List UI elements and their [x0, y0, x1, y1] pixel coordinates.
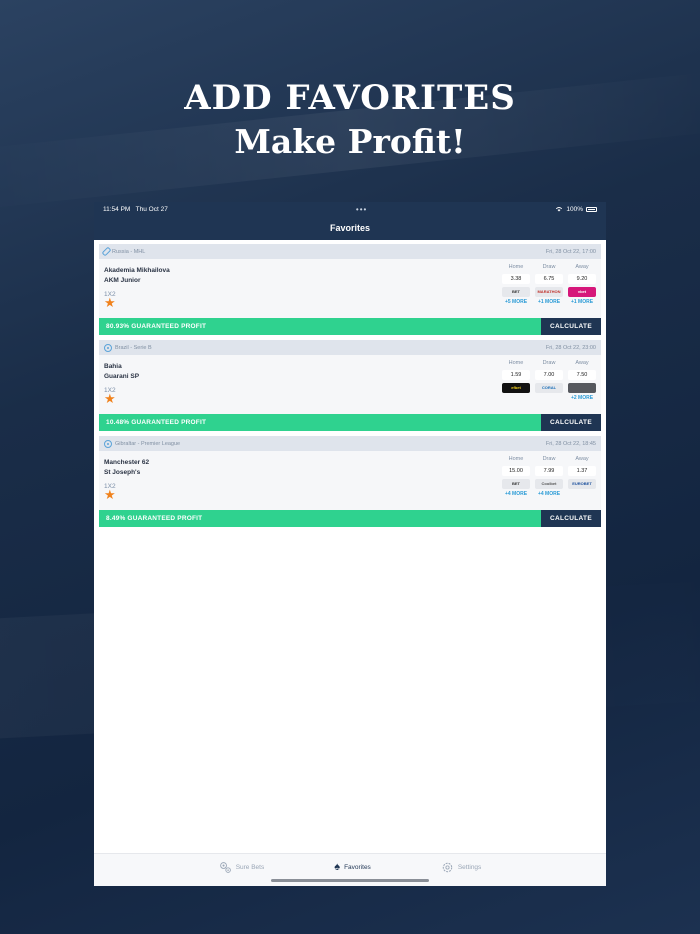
tab-label: Settings — [457, 863, 482, 871]
odds-label: Draw — [542, 360, 556, 366]
home-indicator[interactable] — [271, 879, 429, 882]
more-bookmakers-link[interactable]: +4 MORE — [535, 491, 563, 498]
tab-sure-bets[interactable]: Sure Bets — [219, 860, 265, 874]
odds-value[interactable]: 9.20 — [568, 274, 596, 284]
odds-value[interactable]: 6.75 — [535, 274, 563, 284]
favorite-card: Russia - MHL Fri, 28 Oct 22, 17:00 Akade… — [99, 244, 601, 335]
tab-label: Sure Bets — [235, 863, 265, 871]
more-bookmakers-link[interactable]: +1 MORE — [535, 299, 563, 306]
odds-away: Away 1.37 EUROBET — [568, 456, 596, 498]
odds-label: Draw — [542, 264, 556, 270]
odds-draw: Draw 7.99 Coolbet +4 MORE — [535, 456, 563, 498]
odds-label: Home — [508, 264, 524, 270]
odds-home: Home 3.38 BET +5 MORE — [502, 264, 530, 306]
favorites-list: Russia - MHL Fri, 28 Oct 22, 17:00 Akade… — [94, 240, 606, 527]
multitask-dots[interactable]: ••• — [356, 205, 367, 214]
soccer-ball-icon — [104, 439, 112, 448]
spade-icon: ♠ — [334, 861, 341, 873]
favorite-card: Gibraltar - Premier League Fri, 28 Oct 2… — [99, 436, 601, 527]
odds-away: Away 9.20 vbet +1 MORE — [568, 264, 596, 306]
status-bar: 11:54 PM Thu Oct 27 ••• 100% — [94, 202, 606, 216]
profit-bar: 80.93% GUARANTEED PROFIT CALCULATE — [99, 318, 601, 335]
league-name: Gibraltar - Premier League — [115, 440, 181, 447]
odds-label: Draw — [542, 456, 556, 462]
odds-value[interactable]: 1.37 — [568, 466, 596, 476]
odds-group: Home 1.59 efbet Draw 7.00 CORAL Away 7.5… — [502, 360, 596, 402]
bookmaker-logo[interactable]: Coolbet — [535, 479, 563, 489]
odds-label: Away — [575, 360, 589, 366]
odds-home: Home 15.00 BET +4 MORE — [502, 456, 530, 498]
more-bookmakers-link[interactable]: +4 MORE — [502, 491, 530, 498]
promo-line-1: ADD FAVORITES — [184, 78, 516, 118]
tab-favorites[interactable]: ♠ Favorites — [334, 860, 371, 874]
odds-draw: Draw 6.75 MARATHON +1 MORE — [535, 264, 563, 306]
card-body[interactable]: Manchester 62 St Joseph's 1X2 ★ Home 15.… — [99, 451, 601, 510]
odds-group: Home 15.00 BET +4 MORE Draw 7.99 Coolbet… — [502, 456, 596, 498]
bookmaker-logo[interactable]: BET — [502, 287, 530, 297]
card-body[interactable]: Bahia Guarani SP 1X2 ★ Home 1.59 efbet D… — [99, 355, 601, 414]
more-bookmakers-link[interactable]: +1 MORE — [568, 299, 596, 306]
page-title: Favorites — [329, 223, 371, 233]
calculate-button[interactable]: CALCULATE — [541, 510, 601, 527]
card-header: Brazil - Serie B Fri, 28 Oct 22, 23:00 — [99, 340, 601, 355]
guaranteed-profit-label: 80.93% GUARANTEED PROFIT — [99, 318, 541, 335]
status-time: 11:54 PM — [103, 205, 131, 213]
odds-label: Away — [575, 264, 589, 270]
odds-value[interactable]: 15.00 — [502, 466, 530, 476]
league-name: Brazil - Serie B — [115, 344, 152, 351]
bookmaker-logo[interactable]: vbet — [568, 287, 596, 297]
calculate-button[interactable]: CALCULATE — [541, 318, 601, 335]
more-bookmakers-link[interactable] — [535, 395, 563, 402]
odds-group: Home 3.38 BET +5 MORE Draw 6.75 MARATHON… — [502, 264, 596, 306]
bookmaker-logo[interactable]: MARATHON — [535, 287, 563, 297]
bookmaker-logo[interactable]: CORAL — [535, 383, 563, 393]
guaranteed-profit-label: 10.48% GUARANTEED PROFIT — [99, 414, 541, 431]
favorite-card: Brazil - Serie B Fri, 28 Oct 22, 23:00 B… — [99, 340, 601, 431]
league-name: Russia - MHL — [112, 248, 146, 255]
odds-value[interactable]: 7.99 — [535, 466, 563, 476]
wifi-icon — [556, 207, 563, 212]
more-bookmakers-link[interactable] — [568, 491, 596, 498]
guaranteed-profit-label: 8.49% GUARANTEED PROFIT — [99, 510, 541, 527]
bookmaker-logo[interactable]: BET — [502, 479, 530, 489]
promo-heading: ADD FAVORITES Make Profit! — [0, 78, 700, 164]
promo-line-2: Make Profit! — [234, 122, 466, 161]
odds-draw: Draw 7.00 CORAL — [535, 360, 563, 402]
bookmaker-logo[interactable]: efbet — [502, 383, 530, 393]
gears-icon — [219, 861, 231, 873]
calculate-button[interactable]: CALCULATE — [541, 414, 601, 431]
bookmaker-logo[interactable]: EUROBET — [568, 479, 596, 489]
battery-percent: 100% — [566, 205, 583, 213]
odds-label: Home — [508, 456, 524, 462]
event-datetime: Fri, 28 Oct 22, 23:00 — [545, 344, 596, 351]
more-bookmakers-link[interactable] — [502, 395, 530, 402]
card-header: Gibraltar - Premier League Fri, 28 Oct 2… — [99, 436, 601, 451]
more-bookmakers-link[interactable]: +2 MORE — [568, 395, 596, 402]
odds-value[interactable]: 7.50 — [568, 370, 596, 380]
tab-settings[interactable]: Settings — [441, 860, 482, 874]
odds-value[interactable]: 3.38 — [502, 274, 530, 284]
odds-away: Away 7.50 +2 MORE — [568, 360, 596, 402]
event-datetime: Fri, 28 Oct 22, 17:00 — [545, 248, 596, 255]
app-screen: 11:54 PM Thu Oct 27 ••• 100% Favorites R… — [94, 202, 606, 886]
odds-home: Home 1.59 efbet — [502, 360, 530, 402]
hockey-stick-icon — [101, 246, 112, 257]
battery-icon — [586, 206, 597, 212]
odds-value[interactable]: 7.00 — [535, 370, 563, 380]
card-body[interactable]: Akademia Mikhailova AKM Junior 1X2 ★ Hom… — [99, 259, 601, 318]
soccer-ball-icon — [104, 343, 112, 352]
status-date: Thu Oct 27 — [135, 205, 168, 213]
odds-label: Home — [508, 360, 524, 366]
card-header: Russia - MHL Fri, 28 Oct 22, 17:00 — [99, 244, 601, 259]
gear-icon — [442, 862, 453, 872]
odds-value[interactable]: 1.59 — [502, 370, 530, 380]
more-bookmakers-link[interactable]: +5 MORE — [502, 299, 530, 306]
profit-bar: 8.49% GUARANTEED PROFIT CALCULATE — [99, 510, 601, 527]
event-datetime: Fri, 28 Oct 22, 18:45 — [545, 440, 596, 447]
bookmaker-logo[interactable] — [568, 383, 596, 393]
profit-bar: 10.48% GUARANTEED PROFIT CALCULATE — [99, 414, 601, 431]
odds-label: Away — [575, 456, 589, 462]
tab-label: Favorites — [344, 863, 371, 871]
navigation-bar: Favorites — [94, 216, 606, 240]
